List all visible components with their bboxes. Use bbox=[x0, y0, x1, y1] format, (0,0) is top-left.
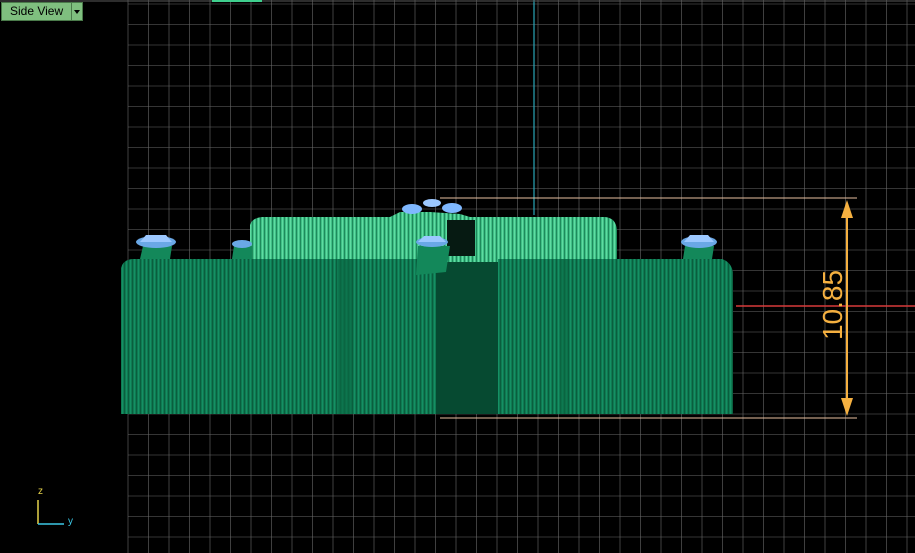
top-toolbar-strip bbox=[0, 0, 915, 2]
z-axis-label: z bbox=[38, 486, 43, 497]
axis-triad bbox=[37, 500, 64, 525]
gem-icon bbox=[442, 203, 462, 213]
gem-icon bbox=[423, 199, 441, 207]
model-main-body bbox=[121, 259, 733, 414]
dimension-value[interactable]: 10.85 bbox=[798, 270, 868, 340]
view-selector[interactable]: Side View bbox=[1, 2, 84, 21]
gem-icon bbox=[140, 235, 172, 242]
gem-icon bbox=[232, 240, 252, 248]
y-axis-label: y bbox=[68, 516, 73, 527]
view-name-label[interactable]: Side View bbox=[1, 2, 72, 21]
gem-icon bbox=[684, 235, 714, 242]
viewport-canvas bbox=[37, 0, 915, 553]
chevron-down-icon bbox=[74, 9, 81, 14]
gem-icon bbox=[402, 204, 422, 214]
view-dropdown-button[interactable] bbox=[71, 2, 84, 21]
side-view-viewport[interactable]: Side View z y 10.85 bbox=[0, 0, 915, 553]
